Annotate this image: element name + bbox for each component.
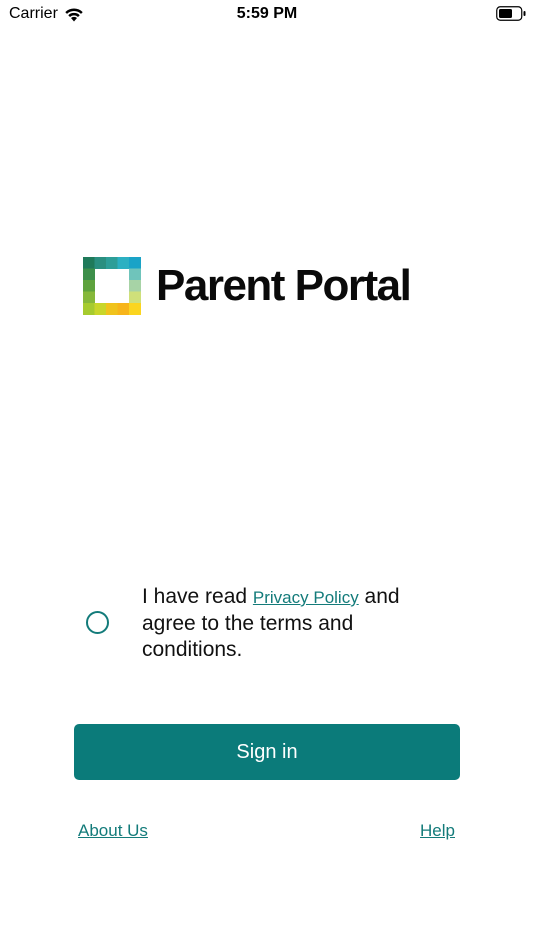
app-logo: Parent Portal — [83, 257, 412, 315]
consent-text-before: I have read — [142, 585, 253, 608]
parent-portal-logo-icon — [83, 257, 141, 315]
status-time: 5:59 PM — [236, 5, 298, 22]
app-title: Parent Portal — [156, 261, 412, 310]
app-screen: Carrier 5:59 PM Parent Portal I have rea… — [0, 0, 534, 950]
about-us-link[interactable]: About Us — [78, 821, 148, 841]
terms-consent: I have read Privacy Policy and agree to … — [86, 584, 446, 663]
help-link[interactable]: Help — [420, 821, 455, 841]
terms-agree-radio[interactable] — [86, 611, 109, 634]
privacy-policy-link[interactable]: Privacy Policy — [253, 588, 359, 607]
consent-text: I have read Privacy Policy and agree to … — [142, 584, 442, 663]
battery-icon — [496, 6, 526, 21]
status-bar: Carrier 5:59 PM — [0, 0, 534, 28]
sign-in-button[interactable]: Sign in — [74, 724, 460, 780]
